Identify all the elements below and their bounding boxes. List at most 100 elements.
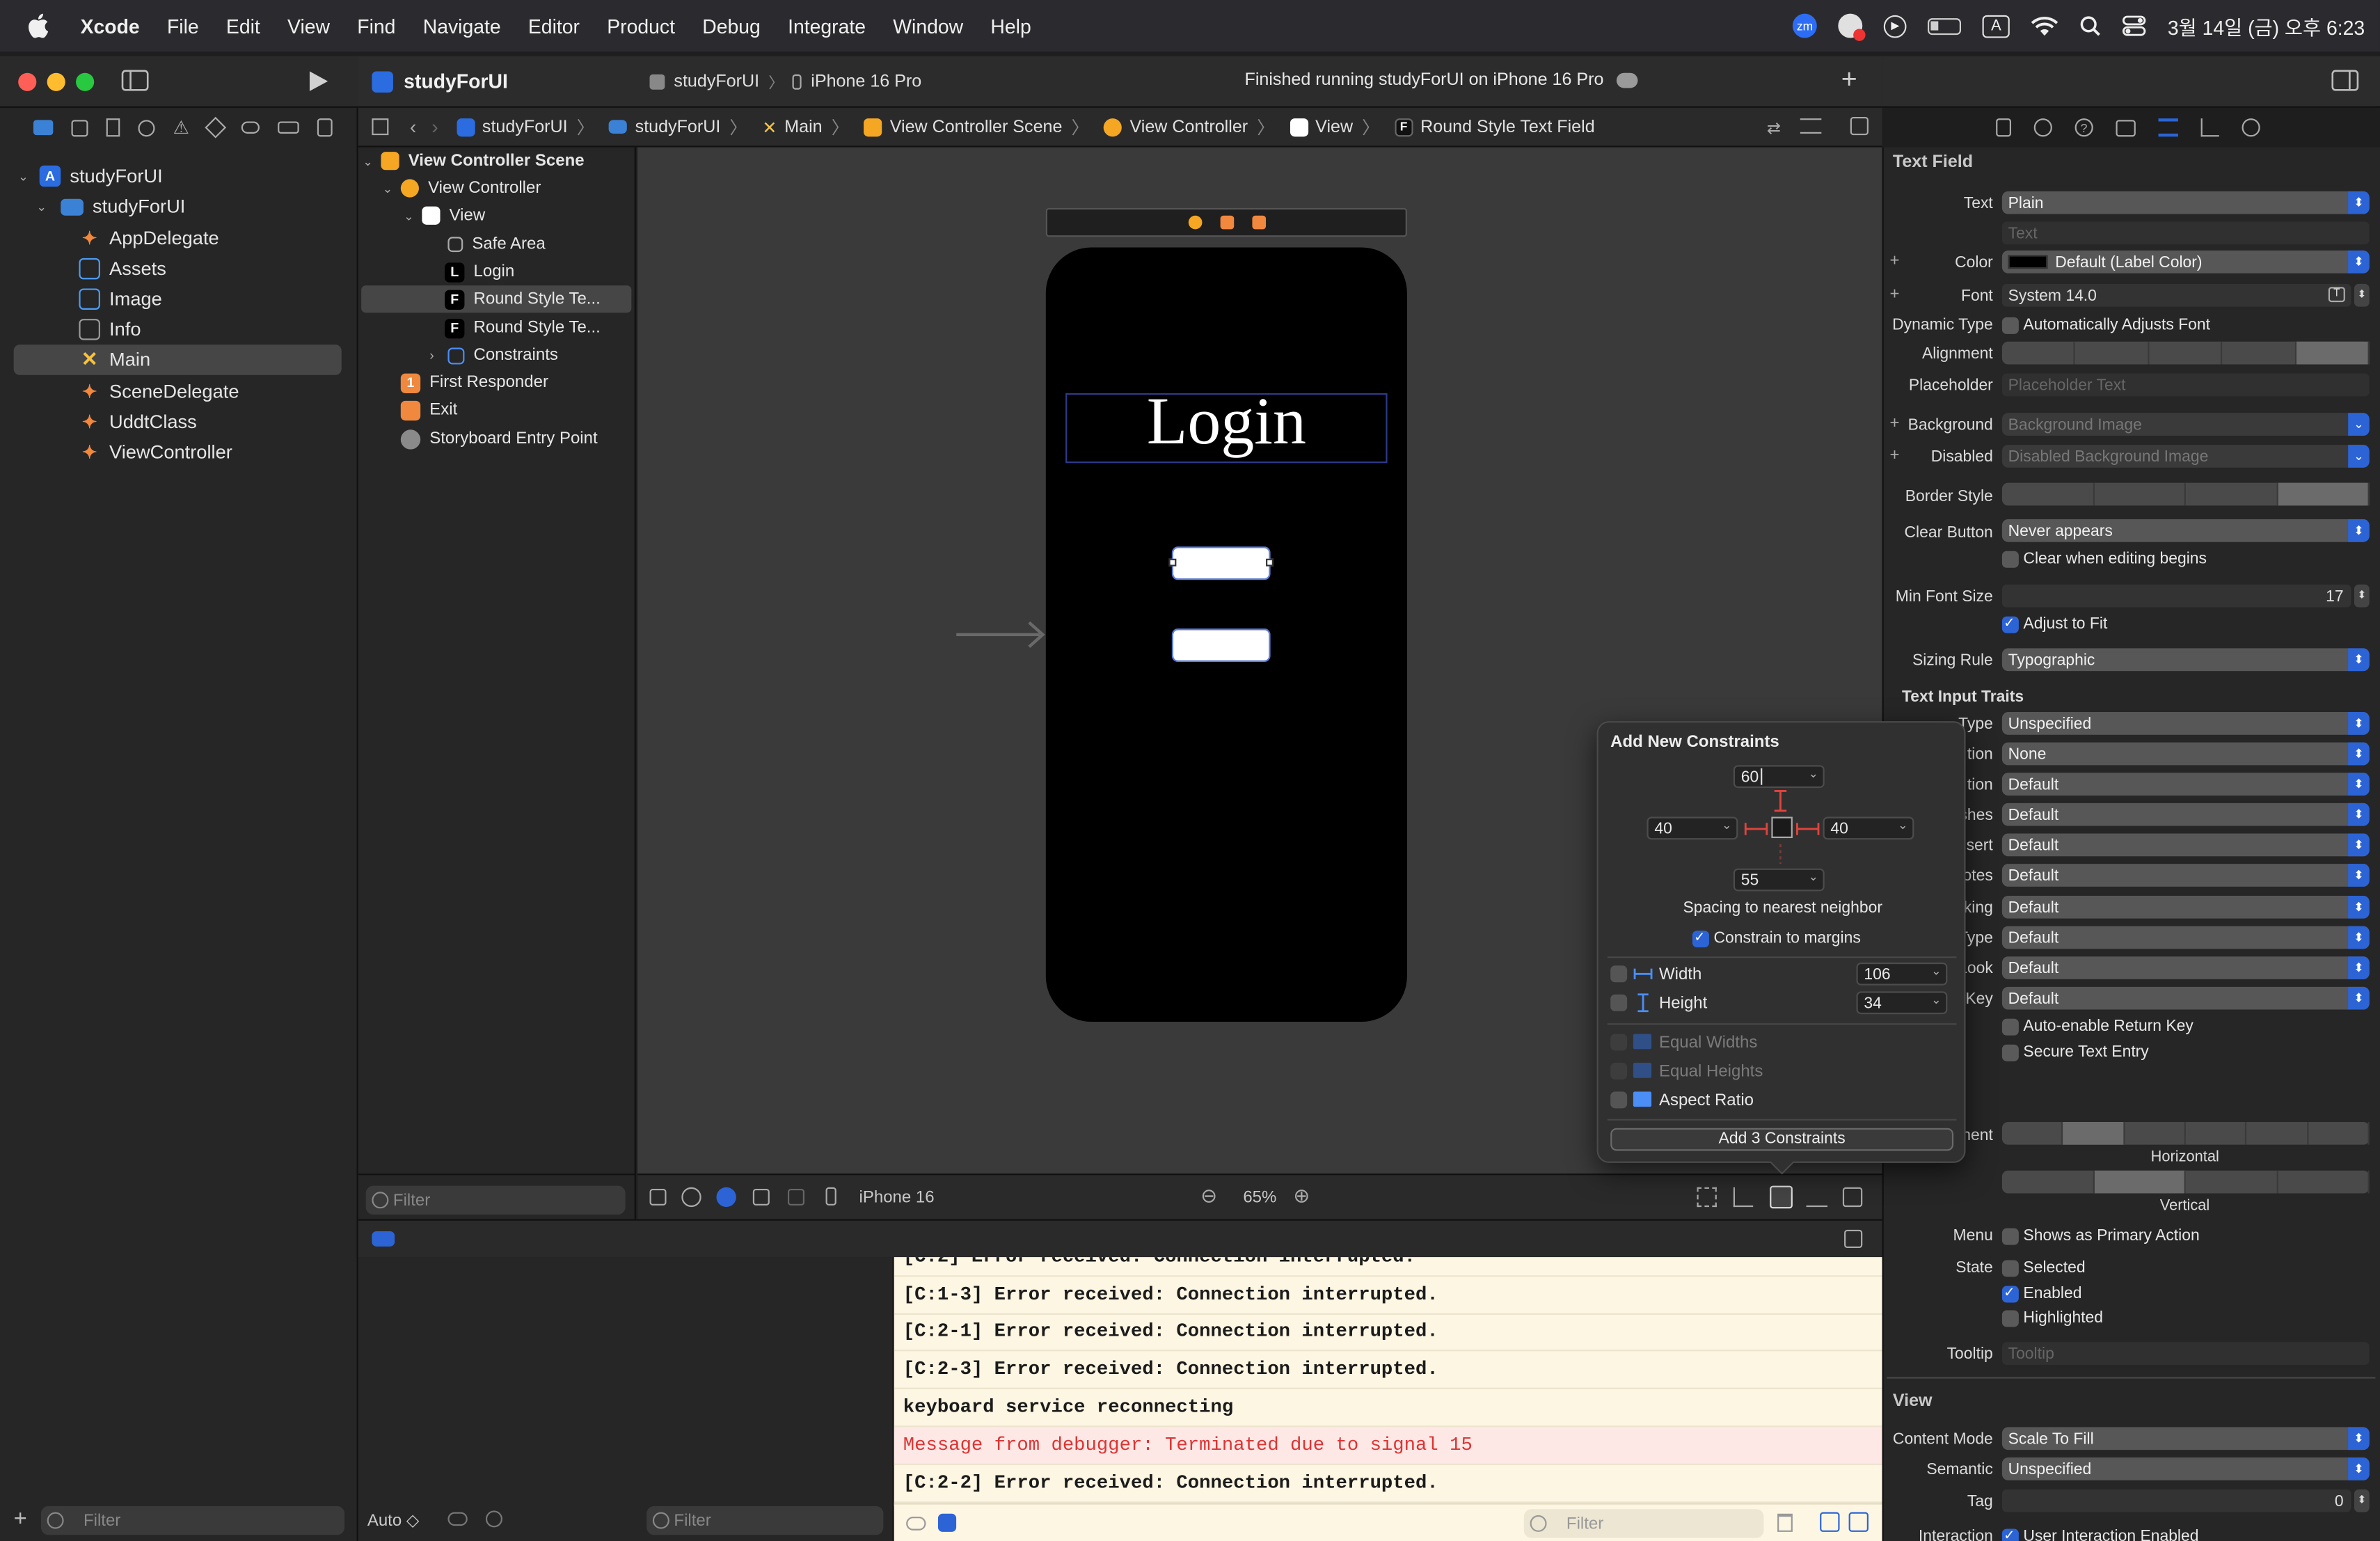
- h-align-left-icon[interactable]: [2002, 1121, 2063, 1145]
- resolve-issues-icon[interactable]: [1806, 1187, 1828, 1208]
- bottom-constraint-ibeam[interactable]: [1770, 843, 1791, 866]
- color-variation-add-icon[interactable]: +: [1889, 252, 1899, 270]
- menu-integrate[interactable]: Integrate: [774, 15, 879, 38]
- record-icon[interactable]: [1838, 13, 1866, 41]
- accessibility-icon[interactable]: [681, 1187, 701, 1208]
- align-icon[interactable]: [1733, 1187, 1754, 1208]
- eye-icon[interactable]: [447, 1512, 468, 1526]
- breadcrumb-view[interactable]: View 〉: [1290, 115, 1388, 139]
- min-font-field[interactable]: 17: [2001, 584, 2351, 608]
- spell-checking-popup[interactable]: Default ⬍: [2001, 895, 2370, 919]
- border-style-segmented[interactable]: [2001, 482, 2370, 506]
- dropdown-chevron-icon[interactable]: ⌄: [1808, 767, 1818, 781]
- capitalization-popup[interactable]: None ⬍: [2001, 742, 2370, 766]
- inspector-toggle-icon[interactable]: [2331, 70, 2359, 91]
- menu-file[interactable]: File: [153, 15, 212, 38]
- outline-item-entry-point[interactable]: Storyboard Entry Point: [358, 425, 636, 452]
- outline-item-scene[interactable]: ⌄ View Controller Scene: [358, 148, 636, 175]
- related-items-icon[interactable]: [372, 118, 389, 136]
- smart-insert-popup[interactable]: Default ⬍: [2001, 833, 2370, 857]
- resize-handle-left[interactable]: [1168, 558, 1177, 567]
- debug-tab-icon[interactable]: [241, 121, 260, 134]
- menu-editor[interactable]: Editor: [514, 15, 593, 38]
- resize-handle-right[interactable]: [1266, 558, 1274, 567]
- breadcrumb-view-controller[interactable]: View Controller 〉: [1104, 115, 1283, 139]
- disclosure-open-icon[interactable]: ⌄: [383, 182, 401, 196]
- v-align-center-icon[interactable]: [2093, 1170, 2186, 1194]
- zoom-in-icon[interactable]: ⊕: [1293, 1184, 1310, 1208]
- zoom-out-icon[interactable]: ⊖: [1200, 1184, 1217, 1208]
- height-checkbox[interactable]: [1610, 994, 1628, 1011]
- add-constraints-button[interactable]: Add 3 Constraints: [1610, 1128, 1954, 1151]
- eye-icon[interactable]: [906, 1517, 926, 1531]
- nav-item-group[interactable]: ⌄ studyForUI: [0, 191, 358, 222]
- align-left-icon[interactable]: [2002, 341, 2076, 365]
- navigator-filter[interactable]: Filter: [40, 1506, 345, 1535]
- clear-button-popup[interactable]: Never appears ⬍: [2001, 519, 2370, 542]
- report-tab-icon[interactable]: [317, 118, 333, 137]
- zoom-window-button[interactable]: [76, 72, 95, 91]
- device-name[interactable]: iPhone 16: [859, 1189, 935, 1207]
- clear-editing-checkbox[interactable]: [2001, 551, 2019, 568]
- breadcrumb-text-field[interactable]: F Round Style Text Field: [1395, 115, 1595, 139]
- interaction-checkbox[interactable]: [2001, 1527, 2019, 1541]
- outline-item-view[interactable]: ⌄ View: [358, 202, 636, 229]
- align-right-icon[interactable]: [2149, 341, 2223, 365]
- exit-dock-icon[interactable]: [1251, 215, 1265, 230]
- info-icon[interactable]: [485, 1510, 502, 1528]
- debug-layout-icon[interactable]: [1844, 1229, 1863, 1249]
- app-menu[interactable]: Xcode: [67, 15, 153, 38]
- breakpoint-tab-icon[interactable]: [277, 121, 299, 134]
- h-align-right-icon[interactable]: [2247, 1121, 2308, 1145]
- login-label[interactable]: Login: [1065, 388, 1388, 464]
- nav-item-scenedelegate[interactable]: ✦ SceneDelegate: [0, 377, 358, 407]
- outline-item-first-responder[interactable]: 1 First Responder: [358, 369, 636, 396]
- view-controller-dock-icon[interactable]: [1187, 215, 1202, 230]
- font-variation-add-icon[interactable]: +: [1889, 285, 1899, 303]
- tag-stepper[interactable]: ⬍: [2354, 1489, 2370, 1512]
- forward-button[interactable]: ›: [431, 116, 438, 139]
- nav-item-project[interactable]: ⌄ A studyForUI: [0, 161, 358, 191]
- zoom-icon[interactable]: zm: [1793, 13, 1818, 38]
- back-button[interactable]: ‹: [410, 116, 416, 139]
- dropdown-chevron-icon[interactable]: ⌄: [1808, 870, 1818, 884]
- menu-product[interactable]: Product: [594, 15, 689, 38]
- nav-item-uddtclass[interactable]: ✦ UddtClass: [0, 407, 358, 438]
- text-type-popup[interactable]: Plain ⬍: [2001, 191, 2370, 214]
- background-popup[interactable]: Background Image ⌄: [2001, 413, 2370, 436]
- auto-return-checkbox[interactable]: [2001, 1018, 2019, 1036]
- vertical-alignment-segmented[interactable]: [2001, 1170, 2370, 1194]
- spotlight-icon[interactable]: [2079, 15, 2101, 37]
- breadcrumb-project[interactable]: studyForUI 〉: [456, 115, 603, 139]
- disclosure-open-icon[interactable]: ⌄: [363, 154, 381, 168]
- disclosure-open-icon[interactable]: ⌄: [404, 209, 422, 223]
- nav-item-main[interactable]: ✕ Main: [13, 345, 342, 375]
- equal-heights-checkbox[interactable]: [1610, 1062, 1628, 1080]
- outline-item-login-label[interactable]: L Login: [358, 258, 636, 285]
- wifi-icon[interactable]: [2031, 16, 2058, 35]
- color-popup[interactable]: Default (Label Color) ⬍: [2001, 250, 2370, 274]
- outline-filter[interactable]: Filter: [365, 1185, 626, 1215]
- connections-inspector-icon[interactable]: [2242, 118, 2260, 137]
- close-window-button[interactable]: [18, 72, 37, 91]
- align-natural-icon[interactable]: [2296, 341, 2370, 365]
- menu-debug[interactable]: Debug: [689, 15, 775, 38]
- dropdown-chevron-icon[interactable]: ⌄: [1898, 819, 1908, 832]
- help-inspector-icon[interactable]: ?: [2074, 118, 2093, 137]
- align-center-icon[interactable]: [2075, 341, 2150, 365]
- v-align-top-icon[interactable]: [2002, 1170, 2094, 1194]
- menu-find[interactable]: Find: [344, 15, 409, 38]
- width-field[interactable]: 106 ⌄: [1856, 962, 1948, 986]
- battery-icon[interactable]: [1928, 17, 1962, 35]
- smart-quotes-popup[interactable]: Default ⬍: [2001, 864, 2370, 887]
- show-variables-icon[interactable]: [1820, 1512, 1840, 1532]
- disclosure-closed-icon[interactable]: ›: [429, 348, 447, 363]
- console-output[interactable]: [C:2] Error received: Connection interru…: [894, 1257, 1882, 1506]
- scheme-selector[interactable]: studyForUI 〉 iPhone 16 Pro: [649, 67, 921, 95]
- outline-toggle-icon[interactable]: [649, 1188, 667, 1206]
- adjust-fit-checkbox[interactable]: [2001, 615, 2019, 633]
- top-spacing-field[interactable]: 60 ⌄: [1733, 765, 1825, 789]
- v-align-fill-icon[interactable]: [2278, 1170, 2370, 1194]
- entry-point-arrow[interactable]: [956, 618, 1047, 651]
- nav-item-viewcontroller[interactable]: ✦ ViewController: [0, 437, 358, 468]
